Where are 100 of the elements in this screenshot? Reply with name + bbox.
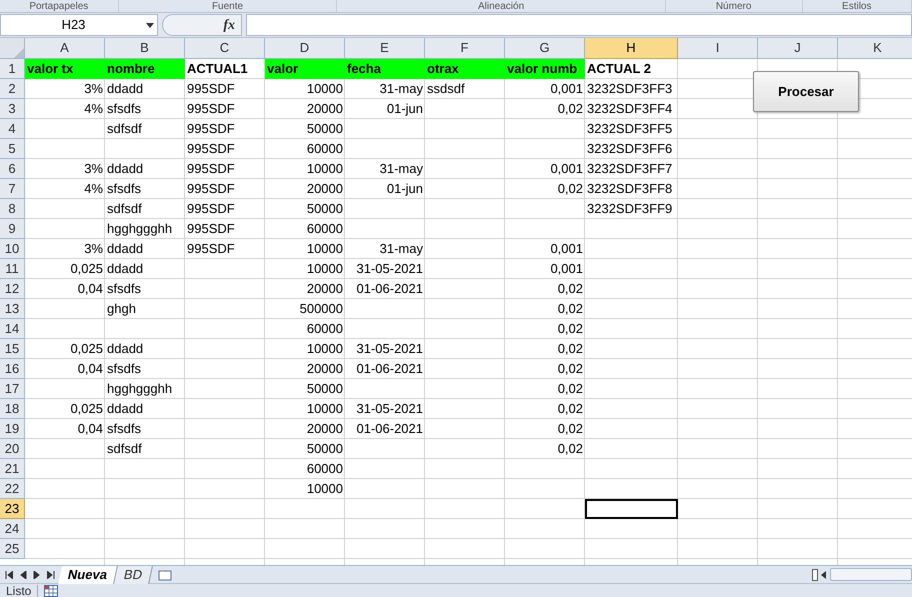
- table-cell-text: hgghggghh: [106, 220, 174, 238]
- row-header[interactable]: 4: [0, 119, 25, 139]
- table-cell-text: 60000: [306, 140, 344, 158]
- table-cell-text: 10000: [306, 160, 344, 178]
- row-header[interactable]: 25: [0, 539, 25, 559]
- column-header[interactable]: A: [25, 38, 105, 59]
- table-cell-text: 31-05-2021: [356, 340, 424, 358]
- column-header[interactable]: F: [425, 38, 505, 59]
- sheet-tab[interactable]: Nueva: [58, 566, 118, 584]
- column-header[interactable]: I: [678, 38, 758, 59]
- row-header[interactable]: 5: [0, 139, 25, 159]
- last-sheet-icon[interactable]: [47, 570, 55, 578]
- table-cell-text: ddadd: [106, 80, 144, 98]
- table-cell-text: 0,001: [549, 240, 584, 258]
- column-header[interactable]: G: [505, 38, 585, 59]
- table-cell-text: 01-06-2021: [356, 360, 424, 378]
- column-header[interactable]: H: [585, 38, 678, 59]
- column-header[interactable]: E: [345, 38, 425, 59]
- table-cell-text: ddadd: [106, 260, 144, 278]
- row-header[interactable]: 23: [0, 499, 25, 519]
- row-header[interactable]: 15: [0, 339, 25, 359]
- table-cell-text: 10000: [306, 240, 344, 258]
- new-sheet-icon[interactable]: [157, 568, 174, 581]
- scroll-left-icon[interactable]: [820, 570, 828, 578]
- row-header[interactable]: 8: [0, 199, 25, 219]
- table-cell-text: 995SDF: [186, 180, 236, 198]
- row-header[interactable]: 22: [0, 479, 25, 499]
- table-cell-text: 995SDF: [186, 200, 236, 218]
- row-header[interactable]: 20: [0, 439, 25, 459]
- table-cell-text: 995SDF: [186, 80, 236, 98]
- table-cell-text: 995SDF: [186, 140, 236, 158]
- table-cell-text: 3232SDF3FF5: [586, 120, 674, 138]
- table-cell-text: 500000: [298, 300, 344, 318]
- table-cell-text: sfsdfs: [106, 180, 142, 198]
- name-box[interactable]: H23: [0, 14, 158, 36]
- row-header[interactable]: 16: [0, 359, 25, 379]
- header-cell: otrax: [425, 59, 505, 79]
- row-header[interactable]: 9: [0, 219, 25, 239]
- header-cell-text: ACTUAL1: [186, 60, 249, 78]
- insert-function-button[interactable]: fx: [223, 14, 235, 36]
- row-header[interactable]: 11: [0, 259, 25, 279]
- row-header[interactable]: 7: [0, 179, 25, 199]
- splitter-icon[interactable]: [812, 568, 818, 580]
- table-cell-text: 995SDF: [186, 120, 236, 138]
- table-cell-text: 0,001: [549, 260, 584, 278]
- table-cell-text: sfsdfs: [106, 420, 142, 438]
- procesar-button[interactable]: Procesar: [753, 71, 859, 112]
- ribbon-group-label: Estilos: [842, 0, 872, 12]
- table-cell-text: 0,02: [556, 420, 584, 438]
- table-cell-text: 0,04: [76, 280, 104, 298]
- first-sheet-icon[interactable]: [5, 570, 13, 578]
- row-header[interactable]: 2: [0, 79, 25, 99]
- table-cell-text: 995SDF: [186, 220, 236, 238]
- formula-input[interactable]: [246, 14, 912, 36]
- table-cell-text: 01-jun: [386, 180, 424, 198]
- ribbon-group-label: Portapapeles: [29, 0, 88, 12]
- table-cell-text: 0,001: [549, 80, 584, 98]
- table-cell-text: 3%: [83, 80, 104, 98]
- scrollbar-thumb[interactable]: [830, 568, 912, 581]
- table-cell-text: ghgh: [106, 300, 137, 318]
- row-header[interactable]: 18: [0, 399, 25, 419]
- previous-sheet-icon[interactable]: [19, 570, 27, 578]
- column-header[interactable]: B: [105, 38, 185, 59]
- table-cell-text: 20000: [306, 100, 344, 118]
- header-cell: valor numb: [505, 59, 585, 79]
- row-header[interactable]: 6: [0, 159, 25, 179]
- table-cell-text: sdfsdf: [106, 120, 143, 138]
- row-header[interactable]: 12: [0, 279, 25, 299]
- table-cell-text: 10000: [306, 260, 344, 278]
- table-cell-text: 50000: [306, 200, 344, 218]
- row-header[interactable]: 10: [0, 239, 25, 259]
- column-header[interactable]: C: [185, 38, 265, 59]
- table-cell-text: 20000: [306, 180, 344, 198]
- caret-icon[interactable]: [146, 22, 154, 28]
- column-header[interactable]: D: [265, 38, 345, 59]
- next-sheet-icon[interactable]: [33, 570, 41, 578]
- column-header[interactable]: J: [758, 38, 838, 59]
- sheet-icon[interactable]: [44, 584, 58, 596]
- row-header[interactable]: 19: [0, 419, 25, 439]
- table-cell-text: 10000: [306, 400, 344, 418]
- row-header[interactable]: 14: [0, 319, 25, 339]
- table-cell-text: 50000: [306, 380, 344, 398]
- row-header[interactable]: 13: [0, 299, 25, 319]
- table-cell-text: 0,02: [556, 180, 584, 198]
- table-cell-text: 60000: [306, 460, 344, 478]
- table-cell-text: 60000: [306, 220, 344, 238]
- row-header[interactable]: 24: [0, 519, 25, 539]
- table-cell-text: 3232SDF3FF4: [586, 100, 674, 118]
- table-cell-text: ddadd: [106, 160, 144, 178]
- table-cell-text: 995SDF: [186, 240, 236, 258]
- column-header[interactable]: K: [838, 38, 912, 59]
- row-header[interactable]: 1: [0, 59, 25, 79]
- table-cell-text: sfsdfs: [106, 280, 142, 298]
- row-header[interactable]: 17: [0, 379, 25, 399]
- sheet-tab[interactable]: BD: [114, 566, 153, 584]
- table-cell-text: 0,04: [76, 420, 104, 438]
- row-header[interactable]: 21: [0, 459, 25, 479]
- table-cell-text: 3232SDF3FF3: [586, 80, 674, 98]
- active-cell[interactable]: [585, 499, 678, 519]
- row-header[interactable]: 3: [0, 99, 25, 119]
